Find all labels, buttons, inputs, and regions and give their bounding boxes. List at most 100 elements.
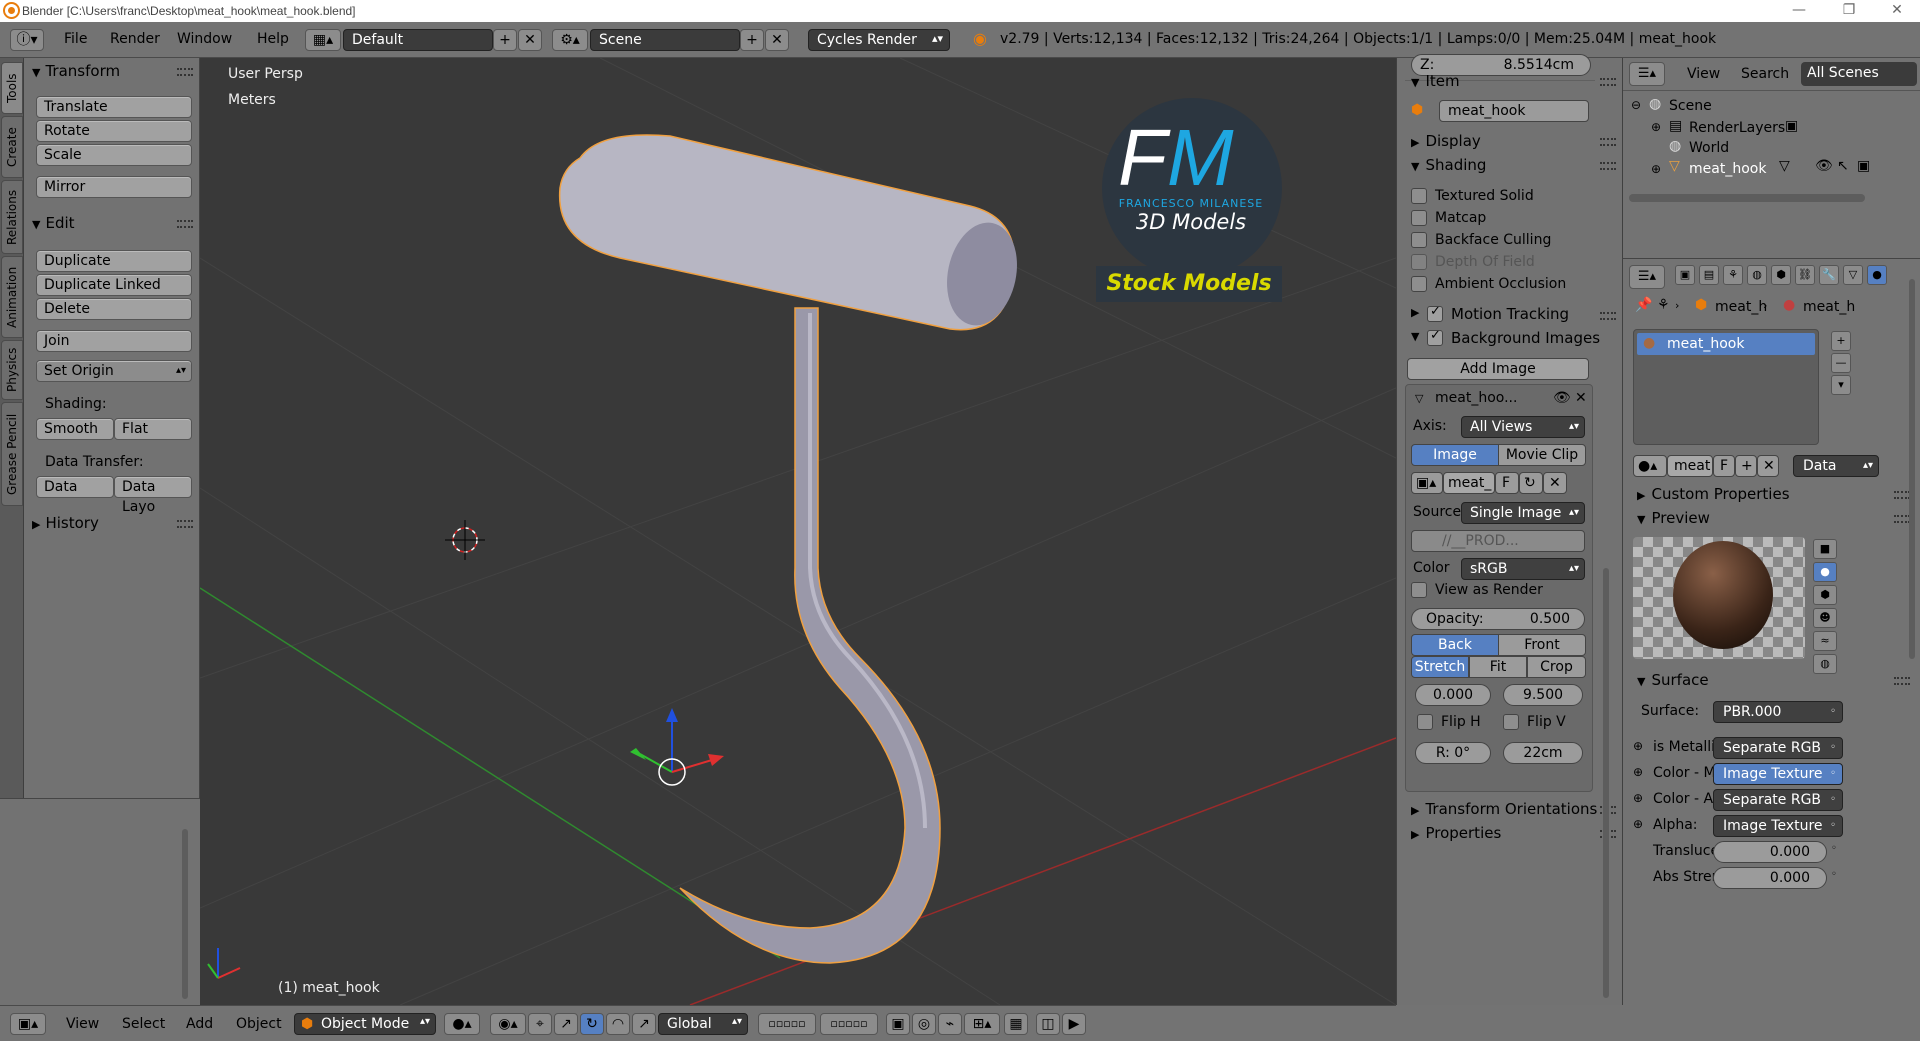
join-button[interactable]: Join xyxy=(36,330,192,352)
scene-select[interactable]: Scene xyxy=(590,29,740,51)
history-panel-header[interactable]: ▶ History xyxy=(32,514,99,532)
opacity-slider[interactable]: Opacity: 0.500 xyxy=(1411,608,1585,630)
modifiers-tab-icon[interactable]: 🔧 xyxy=(1819,265,1839,285)
backface-culling-checkbox[interactable] xyxy=(1411,232,1427,248)
constraints-tab-icon[interactable]: ⛓ xyxy=(1795,265,1815,285)
image-reload-icon[interactable]: ↻ xyxy=(1519,472,1543,494)
input-link-color-ab[interactable]: Separate RGB ◦ xyxy=(1713,789,1843,811)
remove-bg-image-icon[interactable]: ✕ xyxy=(1575,390,1587,406)
transform-panel-header[interactable]: ▼ Transform xyxy=(32,62,120,80)
snap-target-icon[interactable]: ▦ xyxy=(1004,1013,1028,1035)
translate-manipulator-icon[interactable]: ↗ xyxy=(554,1013,578,1035)
rotate-manipulator-icon[interactable]: ↻ xyxy=(580,1013,604,1035)
tab-create[interactable]: Create xyxy=(1,116,23,178)
remove-slot-icon[interactable]: — xyxy=(1831,353,1851,373)
expand-input-icon[interactable]: ⊕ xyxy=(1633,817,1643,831)
snap-element-icon[interactable]: ⊞▴ xyxy=(964,1013,1000,1035)
panel-grip-icon[interactable] xyxy=(1600,162,1616,170)
image-fake-user-button[interactable]: F xyxy=(1495,472,1519,494)
ambient-occlusion-checkbox[interactable] xyxy=(1411,276,1427,292)
preview-hair-icon[interactable]: ≈ xyxy=(1813,631,1837,651)
remove-scene-icon[interactable]: ✕ xyxy=(765,29,789,51)
delete-button[interactable]: Delete xyxy=(36,298,192,320)
set-origin-menu[interactable]: Set Origin ▴▾ xyxy=(36,360,192,382)
socket-icon[interactable]: ◦ xyxy=(1831,869,1837,880)
offset-y-field[interactable]: 9.500 xyxy=(1503,684,1583,706)
expand-input-icon[interactable]: ⊕ xyxy=(1633,765,1643,779)
input-link-color-ma[interactable]: Image Texture ◦ xyxy=(1713,763,1843,785)
preview-panel-header[interactable]: ▼ Preview xyxy=(1637,509,1710,527)
bg-image-collapse-icon[interactable]: ▽ xyxy=(1415,392,1423,405)
image-source-tab[interactable]: Image xyxy=(1411,444,1499,466)
tab-relations[interactable]: Relations xyxy=(1,180,23,254)
selectable-arrow-icon[interactable]: ↖ xyxy=(1837,158,1849,174)
scene-tab-icon[interactable]: ⚘ xyxy=(1723,265,1743,285)
socket-icon[interactable]: ◦ xyxy=(1831,843,1837,854)
visibility-eye-icon[interactable]: 👁 xyxy=(1815,158,1833,174)
frame-fit-button[interactable]: Fit xyxy=(1469,656,1527,678)
outliner-hscrollbar[interactable] xyxy=(1629,194,1865,202)
surface-shader-select[interactable]: PBR.000 ◦ xyxy=(1713,701,1843,723)
outliner-menu-search[interactable]: Search xyxy=(1741,66,1789,82)
outliner-row-renderlayers[interactable]: RenderLayers xyxy=(1689,120,1785,136)
minimize-button[interactable]: — xyxy=(1776,0,1822,20)
pivot-point-icon[interactable]: ◉▴ xyxy=(490,1013,526,1035)
translucency-slider[interactable]: 0.000 xyxy=(1713,841,1827,863)
source-select[interactable]: Single Image ▴▾ xyxy=(1461,502,1585,524)
input-link-alpha[interactable]: Image Texture ◦ xyxy=(1713,815,1843,837)
depth-of-field-checkbox[interactable] xyxy=(1411,254,1427,270)
close-button[interactable]: ✕ xyxy=(1874,0,1920,20)
duplicate-button[interactable]: Duplicate xyxy=(36,250,192,272)
smooth-button[interactable]: Smooth xyxy=(36,418,114,440)
remove-layout-icon[interactable]: ✕ xyxy=(518,29,542,51)
outliner-menu-view[interactable]: View xyxy=(1687,66,1720,82)
background-images-checkbox[interactable] xyxy=(1427,328,1443,346)
npanel-scrollbar[interactable] xyxy=(1603,568,1609,998)
axis-select[interactable]: All Views ▴▾ xyxy=(1461,416,1585,438)
add-scene-icon[interactable]: + xyxy=(740,29,764,51)
item-panel-header[interactable]: ▼ Item xyxy=(1411,72,1460,90)
eye-icon[interactable]: 👁 xyxy=(1553,390,1571,406)
hook-handle[interactable] xyxy=(558,134,1016,331)
screen-layout-select[interactable]: Default xyxy=(343,29,493,51)
flip-h-checkbox[interactable] xyxy=(1417,714,1433,730)
maximize-button[interactable]: ❐ xyxy=(1826,0,1872,20)
menu-file[interactable]: File xyxy=(64,31,87,47)
operator-scrollbar[interactable] xyxy=(182,829,188,999)
view-as-render-checkbox[interactable] xyxy=(1411,582,1427,598)
outliner-display-mode-select[interactable]: All Scenes xyxy=(1801,62,1917,86)
expand-input-icon[interactable]: ⊕ xyxy=(1633,791,1643,805)
panel-grip-icon[interactable] xyxy=(1600,312,1616,320)
material-link-select[interactable]: Data ▴▾ xyxy=(1793,455,1879,477)
panel-grip-icon[interactable] xyxy=(1894,677,1910,685)
material-name-field[interactable]: meat xyxy=(1667,455,1713,477)
slot-specials-icon[interactable]: ▾ xyxy=(1831,375,1851,395)
interaction-mode-select[interactable]: ⬢ Object Mode ▴▾ xyxy=(294,1013,436,1035)
properties-panel-header[interactable]: ▶ Properties xyxy=(1411,824,1501,842)
renderable-camera-icon[interactable]: ▣ xyxy=(1857,158,1870,174)
surface-panel-header[interactable]: ▼ Surface xyxy=(1637,671,1709,689)
image-browse-icon[interactable]: ▣▴ xyxy=(1411,472,1443,494)
frame-stretch-button[interactable]: Stretch xyxy=(1411,656,1469,678)
translate-button[interactable]: Translate xyxy=(36,96,192,118)
viewport-shading-icon[interactable]: ●▴ xyxy=(444,1013,480,1035)
flat-button[interactable]: Flat xyxy=(114,418,192,440)
3d-viewport[interactable]: User Persp Meters (1) meat_hook FM FRANC… xyxy=(200,58,1396,1005)
color-space-select[interactable]: sRGB ▴▾ xyxy=(1461,558,1585,580)
panel-grip-icon[interactable] xyxy=(177,520,193,528)
flip-v-checkbox[interactable] xyxy=(1503,714,1519,730)
snap-toggle-icon[interactable]: ⌁ xyxy=(938,1013,962,1035)
menu-object[interactable]: Object xyxy=(236,1016,282,1032)
properties-editor-type-icon[interactable]: ☰▴ xyxy=(1629,265,1665,289)
material-new-icon[interactable]: + xyxy=(1735,455,1757,477)
object-tab-icon[interactable]: ⬢ xyxy=(1771,265,1791,285)
material-tab-icon[interactable]: ● xyxy=(1867,265,1887,285)
preview-monkey-icon[interactable]: ☻ xyxy=(1813,608,1837,628)
editor-type-info-icon[interactable]: ⓘ▾ xyxy=(10,29,44,51)
outliner-editor-type-icon[interactable]: ☰▴ xyxy=(1629,62,1665,86)
item-name-field[interactable]: meat_hook xyxy=(1439,100,1589,122)
material-fake-user-button[interactable]: F xyxy=(1713,455,1735,477)
editor-type-3dview-icon[interactable]: ▣▴ xyxy=(10,1013,46,1035)
scene-icon[interactable]: ⚙▴ xyxy=(552,29,588,51)
menu-view[interactable]: View xyxy=(66,1016,99,1032)
